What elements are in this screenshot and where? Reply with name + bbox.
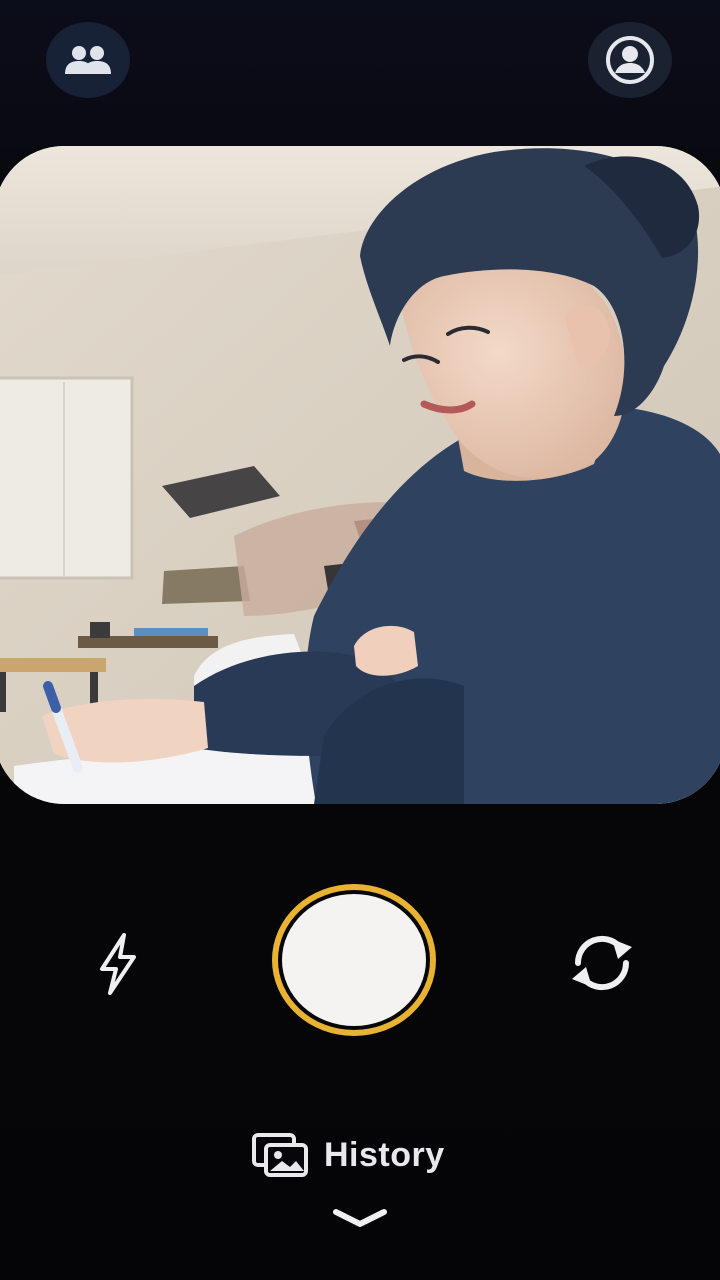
history-label: History — [324, 1135, 445, 1174]
profile-button[interactable] — [588, 22, 672, 98]
camera-screen: History — [0, 0, 720, 1280]
camera-controls — [0, 880, 720, 1050]
camera-preview-image — [0, 146, 720, 804]
camera-viewfinder[interactable] — [0, 146, 720, 804]
profile-icon — [606, 36, 654, 84]
chevron-down-icon[interactable] — [330, 1206, 390, 1234]
friends-icon — [65, 46, 111, 74]
shutter-button[interactable] — [272, 884, 436, 1036]
history-button[interactable]: History — [252, 1128, 445, 1182]
friends-button[interactable] — [46, 22, 130, 98]
flip-camera-button[interactable] — [560, 930, 644, 996]
flash-button[interactable] — [88, 928, 148, 1000]
flip-camera-icon — [572, 935, 632, 991]
flash-icon — [100, 933, 136, 995]
gallery-icon — [252, 1133, 308, 1177]
shutter-inner — [282, 894, 426, 1026]
